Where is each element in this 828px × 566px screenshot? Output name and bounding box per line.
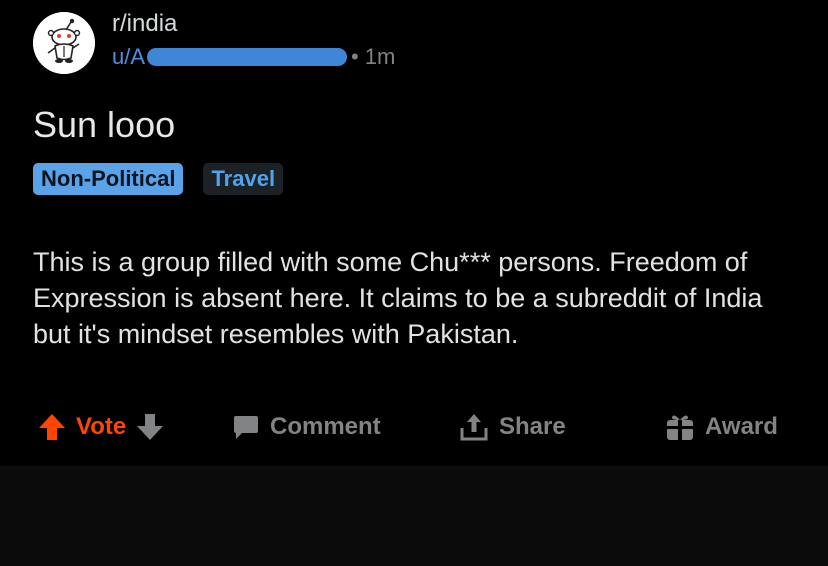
snoo-icon bbox=[33, 12, 95, 74]
share-button[interactable]: Share bbox=[459, 406, 566, 448]
flair-non-political[interactable]: Non-Political bbox=[33, 163, 184, 195]
gift-icon bbox=[667, 415, 693, 440]
subreddit-avatar[interactable] bbox=[33, 12, 95, 74]
username-redaction bbox=[147, 48, 348, 66]
share-label: Share bbox=[499, 413, 566, 440]
vote-label: Vote bbox=[76, 413, 127, 440]
comment-bubble-icon bbox=[234, 416, 258, 439]
share-upload-icon bbox=[460, 414, 488, 441]
post-meta: u/A • 1m bbox=[112, 44, 395, 70]
flair-row: Non-Political Travel bbox=[33, 163, 284, 195]
subreddit-name[interactable]: r/india bbox=[112, 10, 177, 38]
post-card: r/india u/A • 1m Sun looo Non-Political Tr… bbox=[0, 0, 828, 466]
post-age: 1m bbox=[364, 44, 396, 69]
comment-label: Comment bbox=[270, 413, 381, 440]
comment-button[interactable]: Comment bbox=[232, 406, 381, 448]
action-bar: Vote Comment Share Award bbox=[0, 406, 828, 448]
upvote-button[interactable] bbox=[38, 412, 66, 442]
meta-separator: • bbox=[351, 44, 359, 69]
award-button[interactable]: Award bbox=[665, 406, 778, 448]
arrow-down-icon bbox=[137, 414, 164, 440]
feed-background bbox=[0, 466, 828, 566]
post-title[interactable]: Sun looo bbox=[33, 104, 175, 146]
vote-control: Vote bbox=[38, 406, 164, 448]
downvote-button[interactable] bbox=[136, 412, 164, 442]
author-username[interactable]: u/A bbox=[112, 44, 145, 69]
post-body: This is a group filled with some Chu*** … bbox=[33, 247, 763, 349]
award-label: Award bbox=[705, 413, 778, 440]
arrow-up-icon bbox=[39, 414, 65, 440]
flair-travel[interactable]: Travel bbox=[203, 163, 284, 195]
